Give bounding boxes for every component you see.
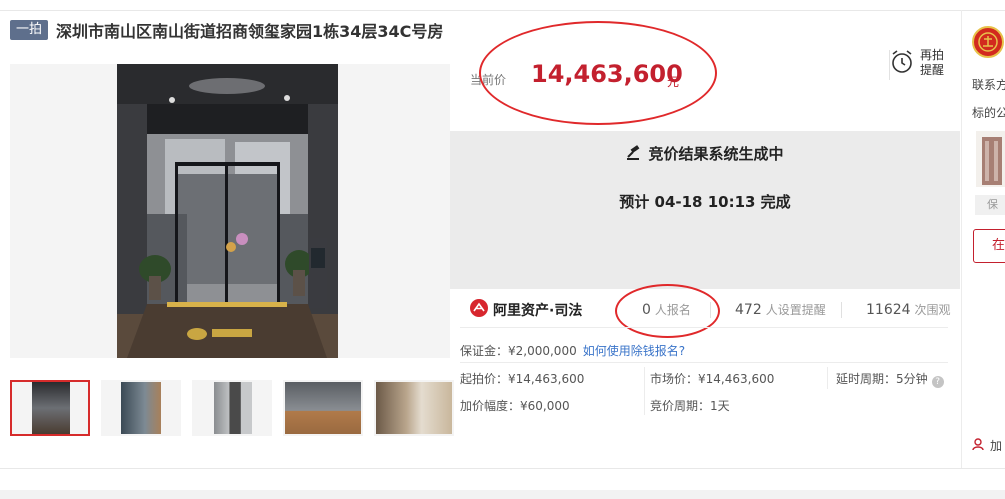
sidebar-contact: 联系方 — [972, 78, 1005, 92]
page-title: 深圳市南山区南山街道招商领玺家园1栋34层34C号房 — [56, 22, 444, 41]
deposit-row: 保证金：¥2,000,000 如何使用除钱报名? — [460, 342, 685, 359]
stat-reminders: 472 人设置提醒 — [735, 301, 826, 318]
thumbnail-strip — [10, 380, 465, 436]
main-image[interactable] — [10, 64, 450, 358]
registrants-annotation-circle — [615, 284, 720, 338]
platform-brand: 阿里资产·司法 — [470, 299, 582, 321]
status-line1: 竞价结果系统生成中 — [648, 145, 784, 163]
thumbnail-4[interactable] — [283, 380, 363, 436]
thumbnail-2[interactable] — [101, 380, 181, 436]
auction-round-tag: 一拍 — [10, 20, 49, 40]
title-row: 一拍 深圳市南山区南山街道招商领玺家园1栋34层34C号房 — [10, 18, 443, 42]
page-bottom-band — [0, 490, 1005, 499]
thumbnail-5[interactable] — [374, 380, 454, 436]
stat-views-count: 11624 — [866, 302, 911, 318]
section-divider — [460, 327, 948, 328]
sidebar-bottom-link[interactable]: 加 — [972, 437, 1002, 454]
stat-reminders-label: 人设置提醒 — [765, 303, 826, 317]
delay-period: 延时周期：5分钟? — [836, 370, 944, 388]
deposit-help-link[interactable]: 如何使用除钱报名? — [583, 344, 685, 358]
user-icon — [972, 437, 986, 454]
gavel-icon — [626, 145, 642, 165]
court-sidebar: 联系方 标的公 保 在 加 — [961, 10, 1005, 468]
sidebar-subject-company: 标的公 — [972, 106, 1005, 120]
thumbnail-1[interactable] — [10, 380, 90, 436]
court-emblem-icon — [972, 26, 1004, 58]
start-price: 起拍价：¥14,463,600 — [460, 372, 585, 386]
price-annotation-circle — [479, 21, 717, 125]
sidebar-chip: 保 — [975, 195, 1005, 215]
detail-col-separator — [644, 367, 645, 415]
brand-name: 阿里资产·司法 — [493, 303, 583, 319]
market-price: 市场价：¥14,463,600 — [650, 372, 775, 386]
ali-assets-logo-icon — [470, 299, 488, 321]
lobby-photo — [117, 64, 338, 358]
bid-increment: 加价幅度：¥60,000 — [460, 399, 570, 413]
help-icon[interactable]: ? — [931, 376, 944, 388]
stat-views-label: 次围观 — [914, 303, 951, 317]
building-thumbnail[interactable] — [976, 131, 1005, 187]
stat-views: 11624 次围观 — [866, 301, 951, 318]
deposit-amount: 保证金：¥2,000,000 — [460, 344, 577, 358]
detail-col-separator — [827, 367, 828, 389]
status-line2: 预计 04-18 10:13 完成 — [619, 193, 791, 211]
reauction-reminder-button[interactable]: 再拍提醒 — [890, 48, 946, 78]
sidebar-bottom-label: 加 — [990, 439, 1003, 453]
bid-period: 竞价周期：1天 — [650, 399, 730, 413]
delay-period-text: 延时周期：5分钟 — [836, 372, 928, 386]
stat-reminders-count: 472 — [735, 302, 762, 318]
reminder-label: 再拍提醒 — [920, 48, 945, 77]
thumbnail-3[interactable] — [192, 380, 272, 436]
top-divider — [0, 10, 1005, 11]
stats-separator — [841, 302, 842, 318]
auction-details-grid: 起拍价：¥14,463,600 市场价：¥14,463,600 延时周期：5分钟… — [460, 362, 948, 416]
alarm-clock-icon — [890, 48, 914, 78]
bottom-divider — [0, 468, 1005, 469]
sidebar-action-button[interactable]: 在 — [973, 229, 1005, 263]
auction-status-panel: 竞价结果系统生成中 预计 04-18 10:13 完成 — [450, 131, 960, 289]
status-line-generating: 竞价结果系统生成中 — [450, 143, 960, 165]
